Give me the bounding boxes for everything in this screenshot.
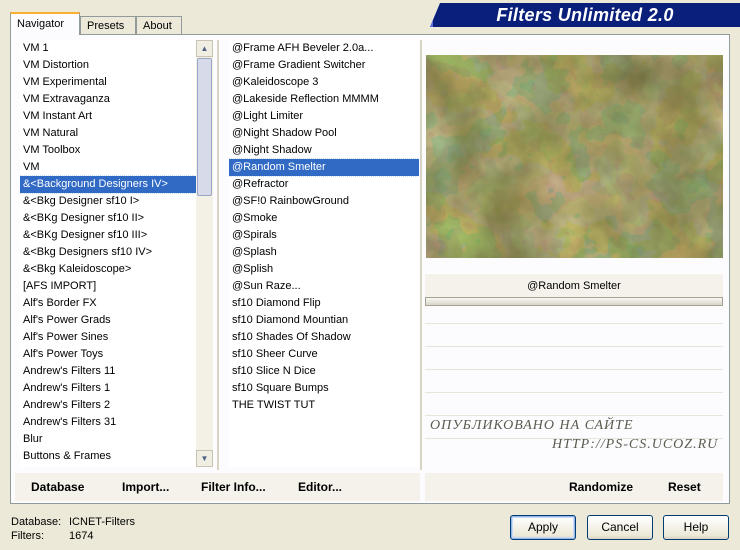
- list-item[interactable]: VM Instant Art: [20, 108, 196, 125]
- list-item[interactable]: VM Natural: [20, 125, 196, 142]
- list-item[interactable]: THE TWIST TUT: [229, 397, 419, 414]
- filters-label: Filters:: [11, 530, 44, 542]
- list-item[interactable]: @Splish: [229, 261, 419, 278]
- list-item[interactable]: sf10 Slice N Dice: [229, 363, 419, 380]
- list-item[interactable]: Andrew's Filters 2: [20, 397, 196, 414]
- list-item[interactable]: Andrew's Filters 1: [20, 380, 196, 397]
- list-item[interactable]: @Spirals: [229, 227, 419, 244]
- list-item[interactable]: Alf's Power Sines: [20, 329, 196, 346]
- list-item[interactable]: Buttons & Frames: [20, 448, 196, 465]
- selected-filter-name: @Random Smelter: [425, 273, 723, 298]
- list-item[interactable]: @Night Shadow: [229, 142, 419, 159]
- randomize-button[interactable]: Randomize: [569, 480, 633, 494]
- category-list[interactable]: VM 1 VM Distortion VM Experimental VM Extra…: [20, 40, 196, 467]
- list-item[interactable]: sf10 Sheer Curve: [229, 346, 419, 363]
- category-scrollbar[interactable]: ▲ ▼: [196, 40, 213, 467]
- filter-info-button[interactable]: Filter Info...: [201, 480, 266, 494]
- list-item[interactable]: @Frame Gradient Switcher: [229, 57, 419, 74]
- param-row: [425, 346, 723, 347]
- apply-button[interactable]: Apply: [510, 515, 576, 540]
- parameter-slider[interactable]: [425, 297, 723, 306]
- import-button[interactable]: Import...: [122, 480, 169, 494]
- list-item[interactable]: @Kaleidoscope 3: [229, 74, 419, 91]
- list-item[interactable]: sf10 Diamond Flip: [229, 295, 419, 312]
- list-item[interactable]: [AFS IMPORT]: [20, 278, 196, 295]
- param-row: [425, 392, 723, 393]
- list-item[interactable]: sf10 Shades Of Shadow: [229, 329, 419, 346]
- tab-presets[interactable]: Presets: [80, 16, 136, 34]
- scroll-thumb[interactable]: [197, 58, 212, 196]
- list-item[interactable]: @Smoke: [229, 210, 419, 227]
- list-item[interactable]: Andrew's Filters 11: [20, 363, 196, 380]
- database-label: Database:: [11, 516, 62, 528]
- scroll-up-icon[interactable]: ▲: [196, 40, 213, 57]
- app-title: Filters Unlimited 2.0: [496, 5, 674, 25]
- filter-list[interactable]: @Frame AFH Beveler 2.0a... @Frame Gradien…: [229, 40, 419, 467]
- list-item[interactable]: @Random Smelter: [229, 158, 419, 177]
- editor-button[interactable]: Editor...: [298, 480, 342, 494]
- list-item[interactable]: sf10 Square Bumps: [229, 380, 419, 397]
- reset-button[interactable]: Reset: [668, 480, 701, 494]
- list-item[interactable]: Alf's Power Grads: [20, 312, 196, 329]
- param-row: [425, 415, 723, 416]
- param-row: [425, 369, 723, 370]
- list-item[interactable]: Andrew's Filters 31: [20, 414, 196, 431]
- list-item[interactable]: @Lakeside Reflection MMMM: [229, 91, 419, 108]
- list-divider: [217, 40, 219, 470]
- list-item[interactable]: VM: [20, 159, 196, 176]
- list-item[interactable]: Alf's Power Toys: [20, 346, 196, 363]
- database-value: ICNET-Filters: [69, 516, 135, 528]
- list-item[interactable]: @SF!0 RainbowGround: [229, 193, 419, 210]
- list-item[interactable]: &<Bkg Kaleidoscope>: [20, 261, 196, 278]
- list-item[interactable]: VM Distortion: [20, 57, 196, 74]
- list-item[interactable]: &<BKg Designer sf10 III>: [20, 227, 196, 244]
- list-item[interactable]: Blur: [20, 431, 196, 448]
- cancel-button[interactable]: Cancel: [587, 515, 653, 540]
- database-button[interactable]: Database: [31, 480, 84, 494]
- preview-image: [426, 55, 723, 258]
- filters-count: 1674: [69, 530, 94, 542]
- list-item[interactable]: @Light Limiter: [229, 108, 419, 125]
- list-item[interactable]: VM Extravaganza: [20, 91, 196, 108]
- tab-about[interactable]: About: [136, 16, 182, 34]
- help-button[interactable]: Help: [663, 515, 729, 540]
- list-item[interactable]: sf10 Diamond Mountian: [229, 312, 419, 329]
- list-item[interactable]: &<Background Designers IV>: [20, 175, 196, 194]
- panel-divider: [420, 40, 422, 470]
- list-item[interactable]: VM 1: [20, 40, 196, 57]
- list-item[interactable]: @Refractor: [229, 176, 419, 193]
- tab-navigator[interactable]: Navigator: [10, 12, 80, 35]
- list-item[interactable]: @Splash: [229, 244, 419, 261]
- list-item[interactable]: &<BKg Designer sf10 II>: [20, 210, 196, 227]
- list-item[interactable]: Alf's Border FX: [20, 295, 196, 312]
- list-item[interactable]: &<Bkg Designer sf10 I>: [20, 193, 196, 210]
- watermark-line-1: ОПУБЛИКОВАНО НА САЙТЕ: [430, 418, 634, 433]
- watermark-line-2: HTTP://PS-CS.UCOZ.RU: [552, 437, 719, 452]
- camouflage-preview: [426, 55, 723, 258]
- param-row: [425, 323, 723, 324]
- list-item[interactable]: @Night Shadow Pool: [229, 125, 419, 142]
- list-item[interactable]: &<Bkg Designers sf10 IV>: [20, 244, 196, 261]
- scroll-down-icon[interactable]: ▼: [196, 450, 213, 467]
- list-item[interactable]: @Sun Raze...: [229, 278, 419, 295]
- list-item[interactable]: VM Toolbox: [20, 142, 196, 159]
- list-item[interactable]: @Frame AFH Beveler 2.0a...: [229, 40, 419, 57]
- list-item[interactable]: VM Experimental: [20, 74, 196, 91]
